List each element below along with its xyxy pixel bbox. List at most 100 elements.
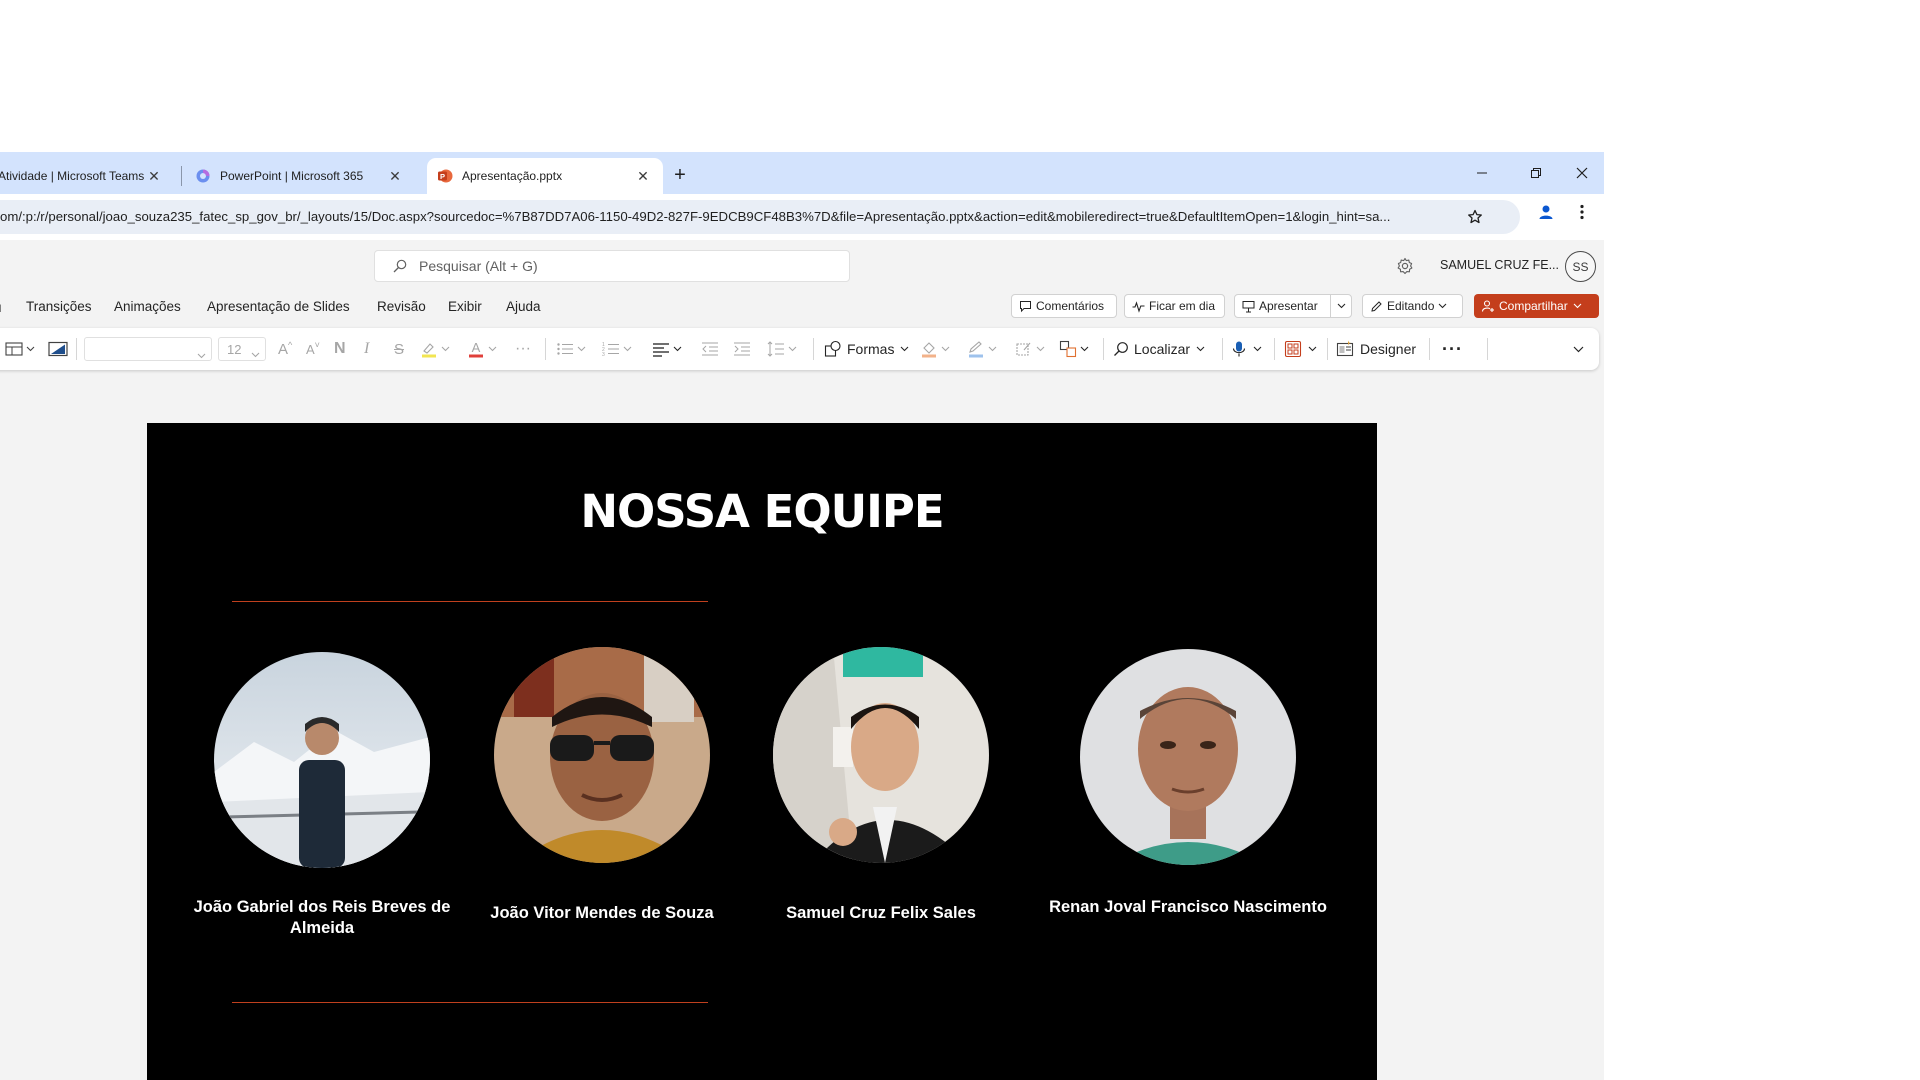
slide-canvas[interactable]: NOSSA EQUIPE João Gabriel dos Reis Breve… <box>147 423 1377 1080</box>
strikethrough-icon[interactable]: S <box>394 328 404 370</box>
shapes-label: Formas <box>847 341 895 357</box>
tab-exibir[interactable]: Exibir <box>448 299 482 314</box>
svg-text:A: A <box>472 340 481 355</box>
slide-title[interactable]: NOSSA EQUIPE <box>147 485 1377 538</box>
decrease-indent-icon[interactable] <box>701 328 719 370</box>
layout-button[interactable] <box>5 328 35 370</box>
add-ins-button[interactable] <box>1284 328 1317 370</box>
more-options-icon[interactable]: ··· <box>1442 328 1463 370</box>
arrange-button[interactable] <box>1059 328 1089 370</box>
grow-font-icon[interactable]: A ^ <box>278 328 292 370</box>
layout-icon <box>5 341 23 357</box>
chevron-down-icon[interactable] <box>1337 303 1346 309</box>
close-icon[interactable]: ✕ <box>385 166 405 186</box>
divider <box>76 338 77 360</box>
member-name[interactable]: Renan Joval Francisco Nascimento <box>1048 897 1328 918</box>
profile-icon[interactable] <box>1535 201 1557 223</box>
divider <box>545 338 546 360</box>
paint-bucket-icon <box>920 340 938 358</box>
comments-button[interactable]: Comentários <box>1011 294 1117 318</box>
chevron-down-icon <box>1308 346 1317 352</box>
tab-animacoes[interactable]: Animações <box>114 299 181 314</box>
minimize-button[interactable] <box>1460 158 1504 188</box>
tab-apresentacao-de-slides[interactable]: Apresentação de Slides <box>207 299 350 314</box>
chevron-down-icon <box>1196 346 1205 352</box>
increase-indent-icon[interactable] <box>733 328 751 370</box>
shape-effects-button[interactable] <box>1015 328 1045 370</box>
expand-ribbon-icon[interactable] <box>1573 328 1584 370</box>
catch-up-button[interactable]: Ficar em dia <box>1124 294 1225 318</box>
bold-icon[interactable]: N <box>334 328 346 370</box>
chevron-down-icon <box>441 346 450 352</box>
photo-vignette <box>773 647 989 863</box>
tab-label: Apresentação.pptx <box>462 169 563 183</box>
url-text[interactable]: om/:p:/r/personal/joao_souza235_fatec_sp… <box>0 200 1460 234</box>
highlight-button[interactable] <box>420 328 450 370</box>
tab-ajuda[interactable]: Ajuda <box>506 299 541 314</box>
top-divider-line[interactable] <box>232 601 708 602</box>
find-label: Localizar <box>1134 341 1191 357</box>
bottom-divider-line[interactable] <box>232 1002 708 1003</box>
member-photo[interactable] <box>494 647 710 863</box>
close-icon[interactable]: ✕ <box>144 166 164 186</box>
shape-fill-button[interactable] <box>920 328 950 370</box>
shape-outline-button[interactable] <box>967 328 997 370</box>
divider <box>1327 338 1328 360</box>
numbering-icon: 123 <box>602 341 620 357</box>
close-window-button[interactable] <box>1560 158 1604 188</box>
address-bar[interactable]: om/:p:/r/personal/joao_souza235_fatec_sp… <box>0 200 1520 234</box>
member-name[interactable]: João Vitor Mendes de Souza <box>462 903 742 924</box>
designer-icon <box>1336 340 1354 358</box>
designer-button[interactable]: Designer <box>1336 328 1416 370</box>
highlighter-icon <box>420 340 438 358</box>
svg-text:3: 3 <box>602 352 605 357</box>
member-photo[interactable] <box>214 652 430 868</box>
tab-teams[interactable]: Atividade | Microsoft Teams ✕ <box>0 158 174 194</box>
tab-apresentacao[interactable]: P Apresentação.pptx ✕ <box>427 158 663 194</box>
italic-icon[interactable]: I <box>364 328 369 370</box>
background-button[interactable] <box>48 328 68 370</box>
shapes-button[interactable]: Formas <box>824 328 909 370</box>
avatar[interactable]: SS <box>1565 251 1596 282</box>
font-size-combobox[interactable]: 12 <box>218 337 266 361</box>
dictate-button[interactable] <box>1231 328 1262 370</box>
share-button[interactable]: Compartilhar <box>1474 294 1599 318</box>
editing-mode-button[interactable]: Editando <box>1362 294 1463 318</box>
browser-menu-icon[interactable] <box>1571 201 1593 223</box>
find-button[interactable]: Localizar <box>1113 328 1205 370</box>
user-name[interactable]: SAMUEL CRUZ FE... <box>1440 258 1559 272</box>
search-input[interactable]: Pesquisar (Alt + G) <box>374 250 850 282</box>
chevron-down-icon <box>577 346 586 352</box>
chevron-down-icon <box>1438 303 1447 309</box>
bullets-icon <box>556 341 574 357</box>
close-icon[interactable]: ✕ <box>633 166 653 186</box>
chevron-down-icon <box>251 346 260 361</box>
gear-icon[interactable] <box>1394 255 1416 277</box>
align-button[interactable] <box>652 328 682 370</box>
new-tab-button[interactable]: + <box>668 164 692 188</box>
chevron-down-icon <box>1036 346 1045 352</box>
format-background-icon <box>48 341 68 357</box>
member-name[interactable]: Samuel Cruz Felix Sales <box>741 903 1021 924</box>
font-color-button[interactable]: A <box>467 328 497 370</box>
ribbon-tabs: ı Transições Animações Apresentação de S… <box>0 292 1604 322</box>
shrink-font-icon[interactable]: A ˅ <box>306 328 320 370</box>
restore-button[interactable] <box>1514 158 1558 188</box>
tab-powerpoint-m365[interactable]: PowerPoint | Microsoft 365 ✕ <box>185 158 415 194</box>
more-font-options-icon[interactable]: ··· <box>515 328 531 370</box>
chevron-down-icon <box>1573 303 1582 309</box>
present-button[interactable]: Apresentar <box>1234 294 1352 318</box>
member-photo[interactable] <box>773 647 989 863</box>
tab-separator <box>181 166 182 186</box>
font-color-icon: A <box>467 340 485 358</box>
font-name-combobox[interactable] <box>84 337 212 361</box>
tab-transicoes[interactable]: Transições <box>26 299 92 314</box>
member-photo[interactable] <box>1080 649 1296 865</box>
tab-revisao[interactable]: Revisão <box>377 299 426 314</box>
bookmark-star-icon[interactable] <box>1465 207 1485 227</box>
numbering-button[interactable]: 123 <box>602 328 632 370</box>
line-spacing-button[interactable] <box>767 328 797 370</box>
bullets-button[interactable] <box>556 328 586 370</box>
ribbon-tab-truncated[interactable]: ı <box>0 299 2 315</box>
member-name[interactable]: João Gabriel dos Reis Breves de Almeida <box>182 897 462 939</box>
